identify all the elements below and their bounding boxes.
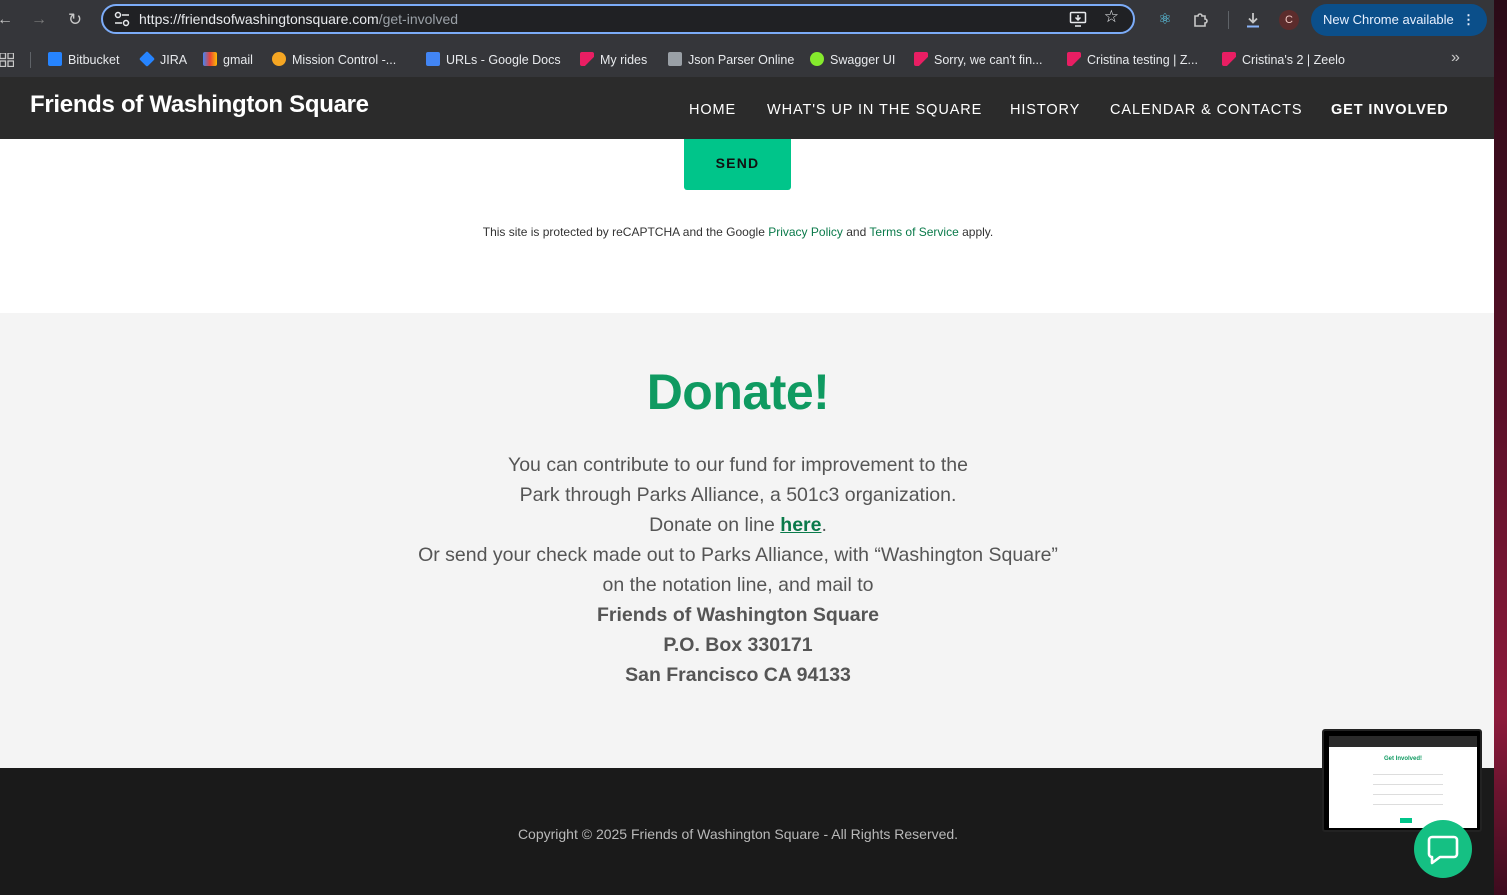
- json-parser-icon: [668, 52, 682, 66]
- donate-line-1: You can contribute to our fund for impro…: [508, 454, 968, 476]
- bookmark-label: URLs - Google Docs: [446, 53, 561, 67]
- recaptcha-suffix: apply.: [962, 225, 994, 239]
- bookmark-star-icon[interactable]: ☆: [1104, 7, 1119, 27]
- recaptcha-and: and: [846, 225, 867, 239]
- back-arrow-icon[interactable]: ←: [0, 9, 16, 31]
- thumbnail-field: [1373, 794, 1443, 795]
- bookmark-label: Mission Control -...: [292, 53, 397, 67]
- nav-home[interactable]: HOME: [689, 102, 736, 118]
- bookmark-bitbucket[interactable]: Bitbucket: [48, 51, 119, 69]
- recaptcha-prefix: This site is protected by reCAPTCHA and …: [482, 225, 765, 239]
- thumbnail-field: [1373, 784, 1443, 785]
- chrome-update-label: New Chrome available: [1323, 12, 1454, 27]
- privacy-policy-link[interactable]: Privacy Policy: [768, 225, 843, 239]
- mailing-address-city: San Francisco CA 94133: [625, 664, 851, 686]
- send-button[interactable]: SEND: [684, 139, 791, 190]
- site-header: Friends of Washington Square HOME WHAT'S…: [0, 78, 1494, 139]
- contact-form-section: SEND This site is protected by reCAPTCHA…: [0, 139, 1494, 313]
- nav-calendar-contacts[interactable]: CALENDAR & CONTACTS: [1110, 102, 1302, 118]
- apps-grid-icon[interactable]: [0, 53, 14, 67]
- install-app-icon[interactable]: [1069, 10, 1087, 28]
- bookmark-json-parser[interactable]: Json Parser Online: [668, 51, 794, 69]
- swagger-icon: [810, 52, 824, 66]
- bookmark-urls-google-docs[interactable]: URLs - Google Docs: [426, 51, 561, 69]
- donate-line-5: on the notation line, and mail to: [602, 574, 874, 596]
- bookmark-gmail[interactable]: gmail: [203, 51, 253, 69]
- desktop-background: [1494, 0, 1507, 895]
- bookmark-my-rides[interactable]: My rides: [580, 51, 647, 69]
- donate-text: You can contribute to our fund for impro…: [0, 450, 1476, 690]
- kebab-menu-icon[interactable]: ⋮: [1462, 4, 1475, 36]
- donate-title: Donate!: [646, 364, 830, 420]
- site-footer: Copyright © 2025 Friends of Washington S…: [0, 768, 1494, 895]
- url-path: /get-involved: [378, 11, 459, 27]
- bookmark-cristina-testing[interactable]: Cristina testing | Z...: [1067, 51, 1198, 69]
- address-bar[interactable]: https://friendsofwashingtonsquare.com/ge…: [101, 4, 1135, 34]
- bookmark-label: Bitbucket: [68, 53, 120, 67]
- donate-period: .: [821, 514, 827, 536]
- download-icon[interactable]: [1243, 10, 1263, 30]
- bookmark-swagger-ui[interactable]: Swagger UI: [810, 51, 895, 69]
- chrome-update-button[interactable]: New Chrome available ⋮: [1311, 4, 1487, 36]
- bookmark-cristinas-2[interactable]: Cristina's 2 | Zeelo: [1222, 51, 1345, 69]
- donate-line-4: Or send your check made out to Parks All…: [418, 544, 1058, 566]
- donate-line-3: Donate on line here.: [0, 510, 1476, 540]
- donate-here-link[interactable]: here: [780, 514, 821, 536]
- profile-avatar[interactable]: C: [1279, 10, 1299, 30]
- bookmark-label: Sorry, we can't fin...: [934, 53, 1043, 67]
- bookmarks-bar: Bitbucket JIRA gmail Mission Control -..…: [0, 40, 1494, 78]
- site-logo[interactable]: Friends of Washington Square: [30, 91, 369, 119]
- bookmark-label: Swagger UI: [830, 53, 896, 67]
- screenshot-thumbnail[interactable]: Get Involved!: [1322, 729, 1482, 832]
- copyright-text: Copyright © 2025 Friends of Washington S…: [517, 826, 959, 842]
- nav-get-involved[interactable]: GET INVOLVED: [1331, 102, 1449, 118]
- nav-history[interactable]: HISTORY: [1010, 102, 1080, 118]
- bookmark-label: My rides: [600, 53, 648, 67]
- recaptcha-notice: This site is protected by reCAPTCHA and …: [0, 225, 1476, 239]
- chat-bubble-icon: [1427, 835, 1459, 865]
- zeelo-icon: [580, 52, 594, 66]
- bookmark-jira[interactable]: JIRA: [139, 51, 188, 69]
- donate-online-text: Donate on line: [649, 514, 775, 536]
- jira-icon: [139, 51, 155, 67]
- zeelo-icon: [1222, 52, 1236, 66]
- site-settings-icon[interactable]: [113, 10, 131, 28]
- url-text[interactable]: https://friendsofwashingtonsquare.com/ge…: [139, 11, 458, 27]
- bitbucket-icon: [48, 52, 62, 66]
- gmail-icon: [203, 52, 217, 66]
- toolbar-divider: [1228, 11, 1229, 29]
- thumbnail-send-button: [1400, 818, 1412, 823]
- terms-of-service-link[interactable]: Terms of Service: [869, 225, 958, 239]
- bookmarks-divider: [30, 52, 31, 68]
- extensions-puzzle-icon[interactable]: [1191, 10, 1211, 30]
- more-bookmarks-chevron-icon[interactable]: »: [1451, 49, 1460, 67]
- thumbnail-header: [1329, 736, 1477, 747]
- chat-widget-button[interactable]: [1414, 820, 1472, 878]
- bookmark-sorry-page[interactable]: Sorry, we can't fin...: [914, 51, 1042, 69]
- thumbnail-field: [1373, 804, 1443, 805]
- forward-arrow-icon[interactable]: →: [28, 9, 50, 31]
- bookmark-label: JIRA: [160, 53, 188, 67]
- donate-line-2: Park through Parks Alliance, a 501c3 org…: [519, 484, 957, 506]
- bookmark-label: Cristina's 2 | Zeelo: [1242, 53, 1345, 67]
- bookmark-label: Cristina testing | Z...: [1087, 53, 1198, 67]
- thumbnail-field: [1373, 774, 1443, 775]
- donate-section: Donate! You can contribute to our fund f…: [0, 313, 1494, 768]
- nav-whats-up[interactable]: WHAT'S UP IN THE SQUARE: [767, 102, 982, 118]
- react-devtools-icon[interactable]: ⚛: [1155, 10, 1175, 30]
- browser-toolbar: ← → ↻ https://friendsofwashingtonsquare.…: [0, 0, 1494, 40]
- google-docs-icon: [426, 52, 440, 66]
- mailing-address-po-box: P.O. Box 330171: [663, 634, 813, 656]
- mailing-address-name: Friends of Washington Square: [596, 604, 880, 626]
- thumbnail-title: Get Involved!: [1383, 756, 1422, 762]
- url-host: https://friendsofwashingtonsquare.com: [139, 11, 379, 27]
- bookmark-mission-control[interactable]: Mission Control -...: [272, 51, 396, 69]
- thumbnail-preview: Get Involved!: [1329, 736, 1477, 828]
- bookmark-label: gmail: [223, 53, 253, 67]
- reload-icon[interactable]: ↻: [64, 9, 86, 31]
- bookmark-label: Json Parser Online: [688, 53, 795, 67]
- zeelo-icon: [1067, 52, 1081, 66]
- zeelo-icon: [914, 52, 928, 66]
- mission-control-icon: [272, 52, 286, 66]
